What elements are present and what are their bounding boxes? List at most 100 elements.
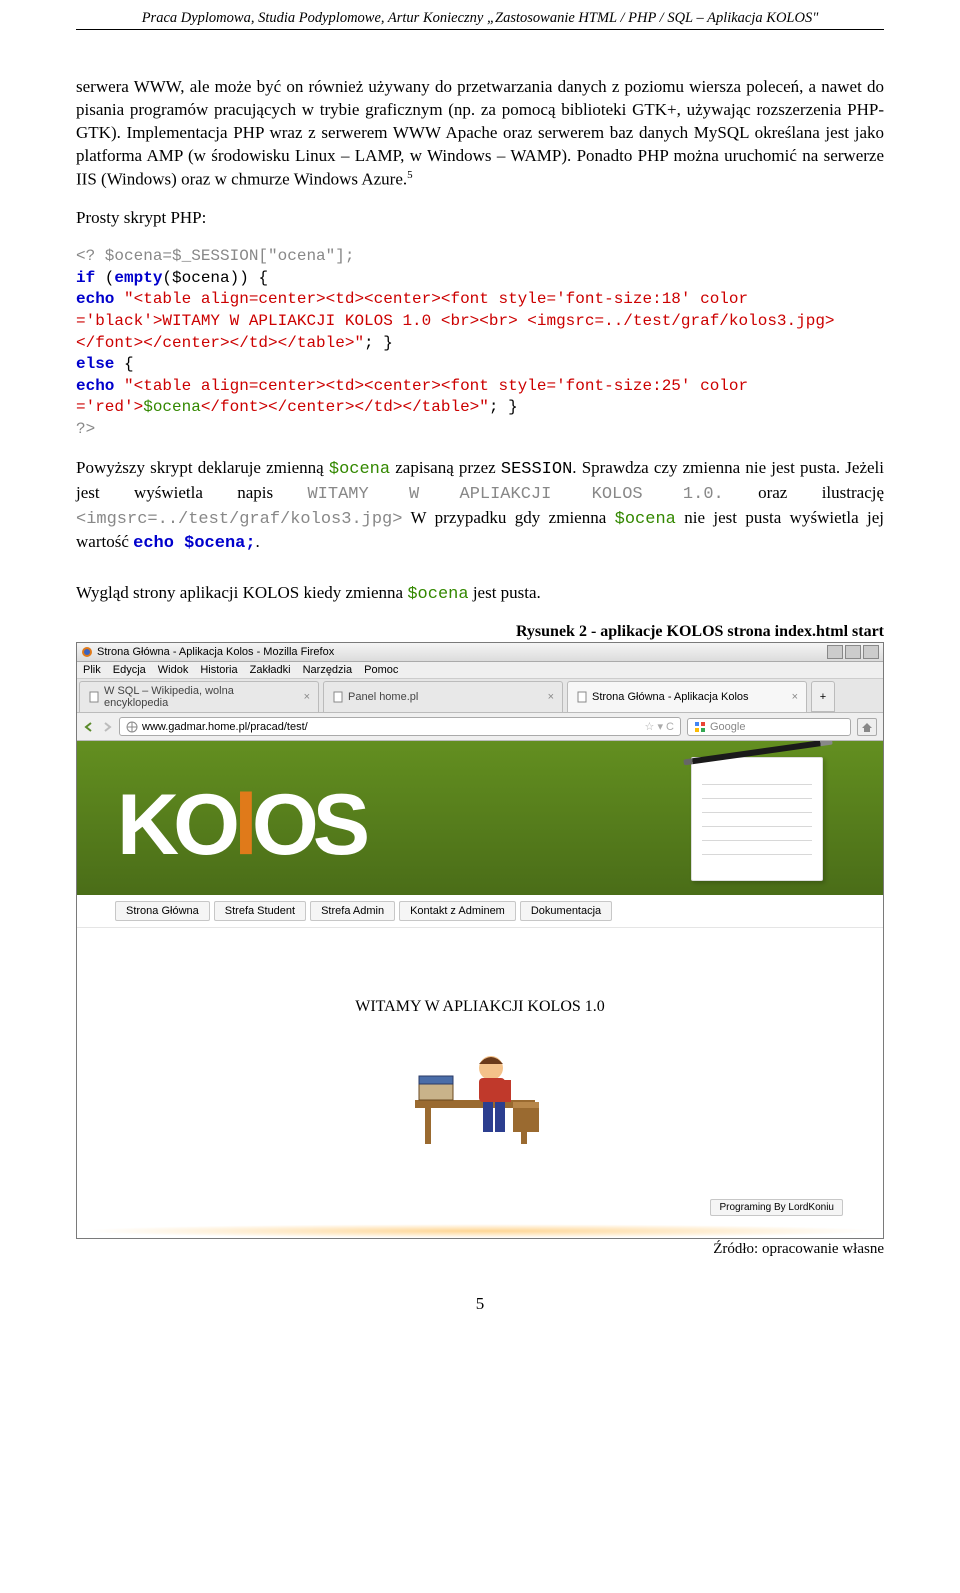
address-bar: www.gadmar.home.pl/pracad/test/ ☆ ▾ C Go… <box>77 713 883 741</box>
student-illustration <box>405 1040 555 1153</box>
home-button[interactable] <box>857 718 877 736</box>
kolos-logo: KOlOS <box>117 776 364 875</box>
p2-ocena2: $ocena <box>615 510 676 529</box>
logo-l: l <box>234 776 252 875</box>
site-nav: Strona Główna Strefa Student Strefa Admi… <box>77 895 883 928</box>
menu-zakladki[interactable]: Zakładki <box>250 664 291 676</box>
code-l4-else: else <box>76 355 114 373</box>
page-header: Praca Dyplomowa, Studia Podyplomowe, Art… <box>76 10 884 30</box>
new-tab-button[interactable]: + <box>811 681 835 712</box>
site-footer: Programing By LordKoniu <box>77 1193 883 1224</box>
p2g: . <box>256 532 260 551</box>
tab-wikipedia[interactable]: W SQL – Wikipedia, wolna encyklopedia × <box>79 681 319 712</box>
page-icon <box>332 691 344 703</box>
label-prosty-skrypt: Prosty skrypt PHP: <box>76 207 884 230</box>
paragraph-3: Wygląd strony aplikacji KOLOS kiedy zmie… <box>76 582 884 607</box>
page-viewport: KOlOS Strona Główna Strefa Student Stref… <box>77 741 883 1238</box>
welcome-message: WITAMY W APLIAKCJI KOLOS 1.0 <box>77 998 883 1016</box>
code-l3-str: "<table align=center><td><center><font s… <box>76 290 835 351</box>
code-l5-echo: echo <box>76 377 114 395</box>
url-value: www.gadmar.home.pl/pracad/test/ <box>142 721 308 733</box>
figure-source: Źródło: opracowanie własne <box>76 1241 884 1258</box>
window-title: Strona Główna - Aplikacja Kolos - Mozill… <box>97 646 334 658</box>
nav-strona-glowna[interactable]: Strona Główna <box>115 901 210 921</box>
browser-window: Strona Główna - Aplikacja Kolos - Mozill… <box>76 642 884 1239</box>
welcome-area: WITAMY W APLIAKCJI KOLOS 1.0 <box>77 928 883 1193</box>
home-icon <box>861 721 873 733</box>
code-l2-if: if <box>76 269 95 287</box>
nav-kontakt[interactable]: Kontakt z Adminem <box>399 901 516 921</box>
tab-homepl[interactable]: Panel home.pl × <box>323 681 563 712</box>
close-icon[interactable]: × <box>548 691 554 703</box>
logo-ko: KO <box>117 776 234 875</box>
code-l5-var: $ocena <box>143 398 201 416</box>
code-l2-empty: empty <box>114 269 162 287</box>
search-placeholder: Google <box>710 721 745 733</box>
code-l5-str2: </font></center></td></table>" <box>201 398 489 416</box>
p2d: oraz ilustrację <box>724 483 884 502</box>
menu-narzedzia[interactable]: Narzędzia <box>303 664 353 676</box>
p2e: W przypadku gdy zmienna <box>402 508 614 527</box>
close-icon[interactable]: × <box>792 691 798 703</box>
p2-session: SESSION <box>501 460 572 479</box>
student-desk-icon <box>405 1040 555 1150</box>
nav-strefa-student[interactable]: Strefa Student <box>214 901 306 921</box>
code-l6: ?> <box>76 420 95 438</box>
code-l5e: ; } <box>489 398 518 416</box>
paragraph-2: Powyższy skrypt deklaruje zmienną $ocena… <box>76 457 884 557</box>
menu-bar: Plik Edycja Widok Historia Zakładki Narz… <box>77 662 883 679</box>
menu-widok[interactable]: Widok <box>158 664 189 676</box>
code-l2b: ( <box>95 269 114 287</box>
notepad-graphic <box>691 757 823 881</box>
globe-icon <box>126 721 138 733</box>
code-l4b: { <box>114 355 133 373</box>
p2-witamy: WITAMY W APLIAKCJI KOLOS 1.0. <box>307 485 723 504</box>
tab-2-label: Panel home.pl <box>348 691 418 703</box>
tab-strip: W SQL – Wikipedia, wolna encyklopedia × … <box>77 679 883 713</box>
p3a: Wygląd strony aplikacji KOLOS kiedy zmie… <box>76 583 407 602</box>
figure-caption: Rysunek 2 - aplikacje KOLOS strona index… <box>76 623 884 641</box>
page-icon <box>88 691 100 703</box>
tab-3-label: Strona Główna - Aplikacja Kolos <box>592 691 749 703</box>
code-l3c: ; } <box>364 334 393 352</box>
p2b: zapisaną przez <box>390 458 501 477</box>
menu-historia[interactable]: Historia <box>200 664 237 676</box>
menu-pomoc[interactable]: Pomoc <box>364 664 398 676</box>
maximize-button[interactable] <box>845 645 861 659</box>
menu-edycja[interactable]: Edycja <box>113 664 146 676</box>
code-l2d: ($ocena)) { <box>162 269 268 287</box>
php-code-block: <? $ocena=$_SESSION["ocena"]; if (empty(… <box>76 246 884 440</box>
code-l1: <? $ocena=$_SESSION["ocena"]; <box>76 247 354 265</box>
code-l3-echo: echo <box>76 290 114 308</box>
google-icon <box>694 721 706 733</box>
p2-echo: echo $ocena; <box>133 534 255 553</box>
close-button[interactable] <box>863 645 879 659</box>
page-icon <box>576 691 588 703</box>
back-icon[interactable] <box>83 721 95 733</box>
tab-kolos[interactable]: Strona Główna - Aplikacja Kolos × <box>567 681 807 712</box>
p3-ocena: $ocena <box>407 585 468 604</box>
url-extras: ☆ ▾ C <box>645 720 674 733</box>
footer-credit: Programing By LordKoniu <box>710 1199 843 1216</box>
nav-strefa-admin[interactable]: Strefa Admin <box>310 901 395 921</box>
p2-img: <imgsrc=../test/graf/kolos3.jpg> <box>76 510 402 529</box>
page-number: 5 <box>76 1294 884 1314</box>
url-input[interactable]: www.gadmar.home.pl/pracad/test/ ☆ ▾ C <box>119 717 681 736</box>
firefox-icon <box>81 646 93 658</box>
menu-plik[interactable]: Plik <box>83 664 101 676</box>
footnote-5: 5 <box>407 169 413 181</box>
nav-dokumentacja[interactable]: Dokumentacja <box>520 901 612 921</box>
p1-text: serwera WWW, ale może być on również uży… <box>76 77 884 188</box>
forward-icon[interactable] <box>101 721 113 733</box>
footer-shadow <box>77 1224 883 1238</box>
paragraph-1: serwera WWW, ale może być on również uży… <box>76 76 884 191</box>
p2-ocena: $ocena <box>329 460 390 479</box>
p3b: jest pusta. <box>469 583 541 602</box>
minimize-button[interactable] <box>827 645 843 659</box>
kolos-banner: KOlOS <box>77 741 883 895</box>
search-input[interactable]: Google <box>687 718 851 736</box>
close-icon[interactable]: × <box>304 691 310 703</box>
tab-1-label: W SQL – Wikipedia, wolna encyklopedia <box>104 685 300 709</box>
logo-os: OS <box>252 776 364 875</box>
p2a: Powyższy skrypt deklaruje zmienną <box>76 458 329 477</box>
